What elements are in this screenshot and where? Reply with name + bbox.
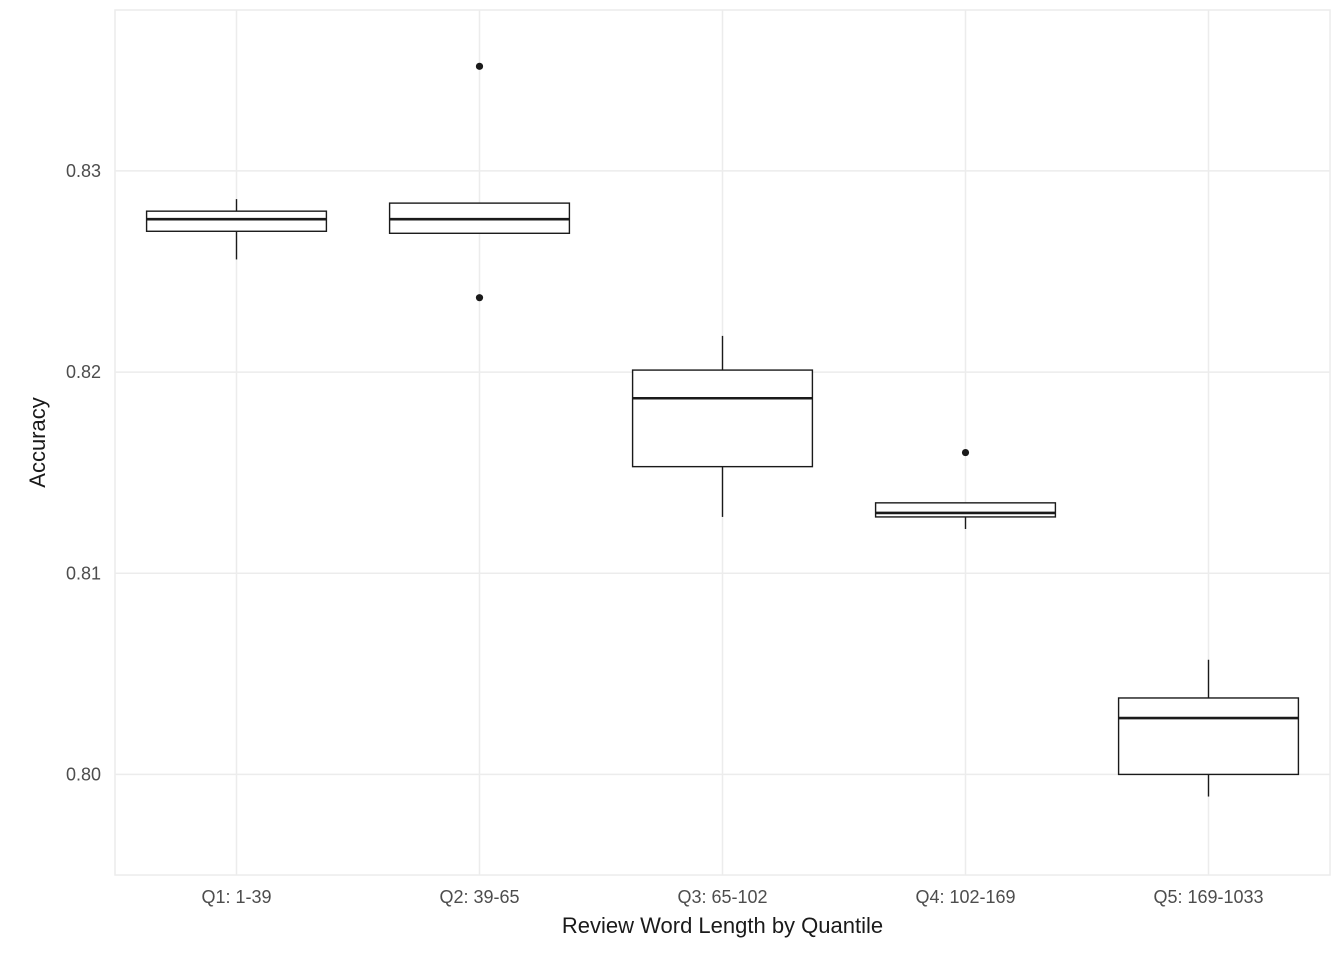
box — [876, 503, 1056, 517]
x-tick-label: Q1: 1-39 — [201, 887, 271, 907]
y-tick-label: 0.83 — [66, 161, 101, 181]
box — [1119, 698, 1299, 774]
x-tick-label: Q2: 39-65 — [439, 887, 519, 907]
outlier-point — [476, 63, 483, 70]
y-tick-label: 0.80 — [66, 764, 101, 784]
box — [147, 211, 327, 231]
boxplot-chart: 0.80 0.81 0.82 0.83 Q1: 1-39 Q2: 39-65 Q3: 65-… — [0, 0, 1344, 960]
chart-svg: 0.80 0.81 0.82 0.83 Q1: 1-39 Q2: 39-65 Q3: 65-… — [0, 0, 1344, 960]
y-tick-label: 0.81 — [66, 563, 101, 583]
y-axis-title: Accuracy — [25, 397, 50, 487]
outlier-point — [476, 294, 483, 301]
box — [633, 370, 813, 467]
x-tick-label: Q4: 102-169 — [915, 887, 1015, 907]
x-tick-label: Q3: 65-102 — [677, 887, 767, 907]
x-tick-label: Q5: 169-1033 — [1153, 887, 1263, 907]
outlier-point — [962, 449, 969, 456]
x-axis-title: Review Word Length by Quantile — [562, 913, 883, 938]
y-tick-label: 0.82 — [66, 362, 101, 382]
